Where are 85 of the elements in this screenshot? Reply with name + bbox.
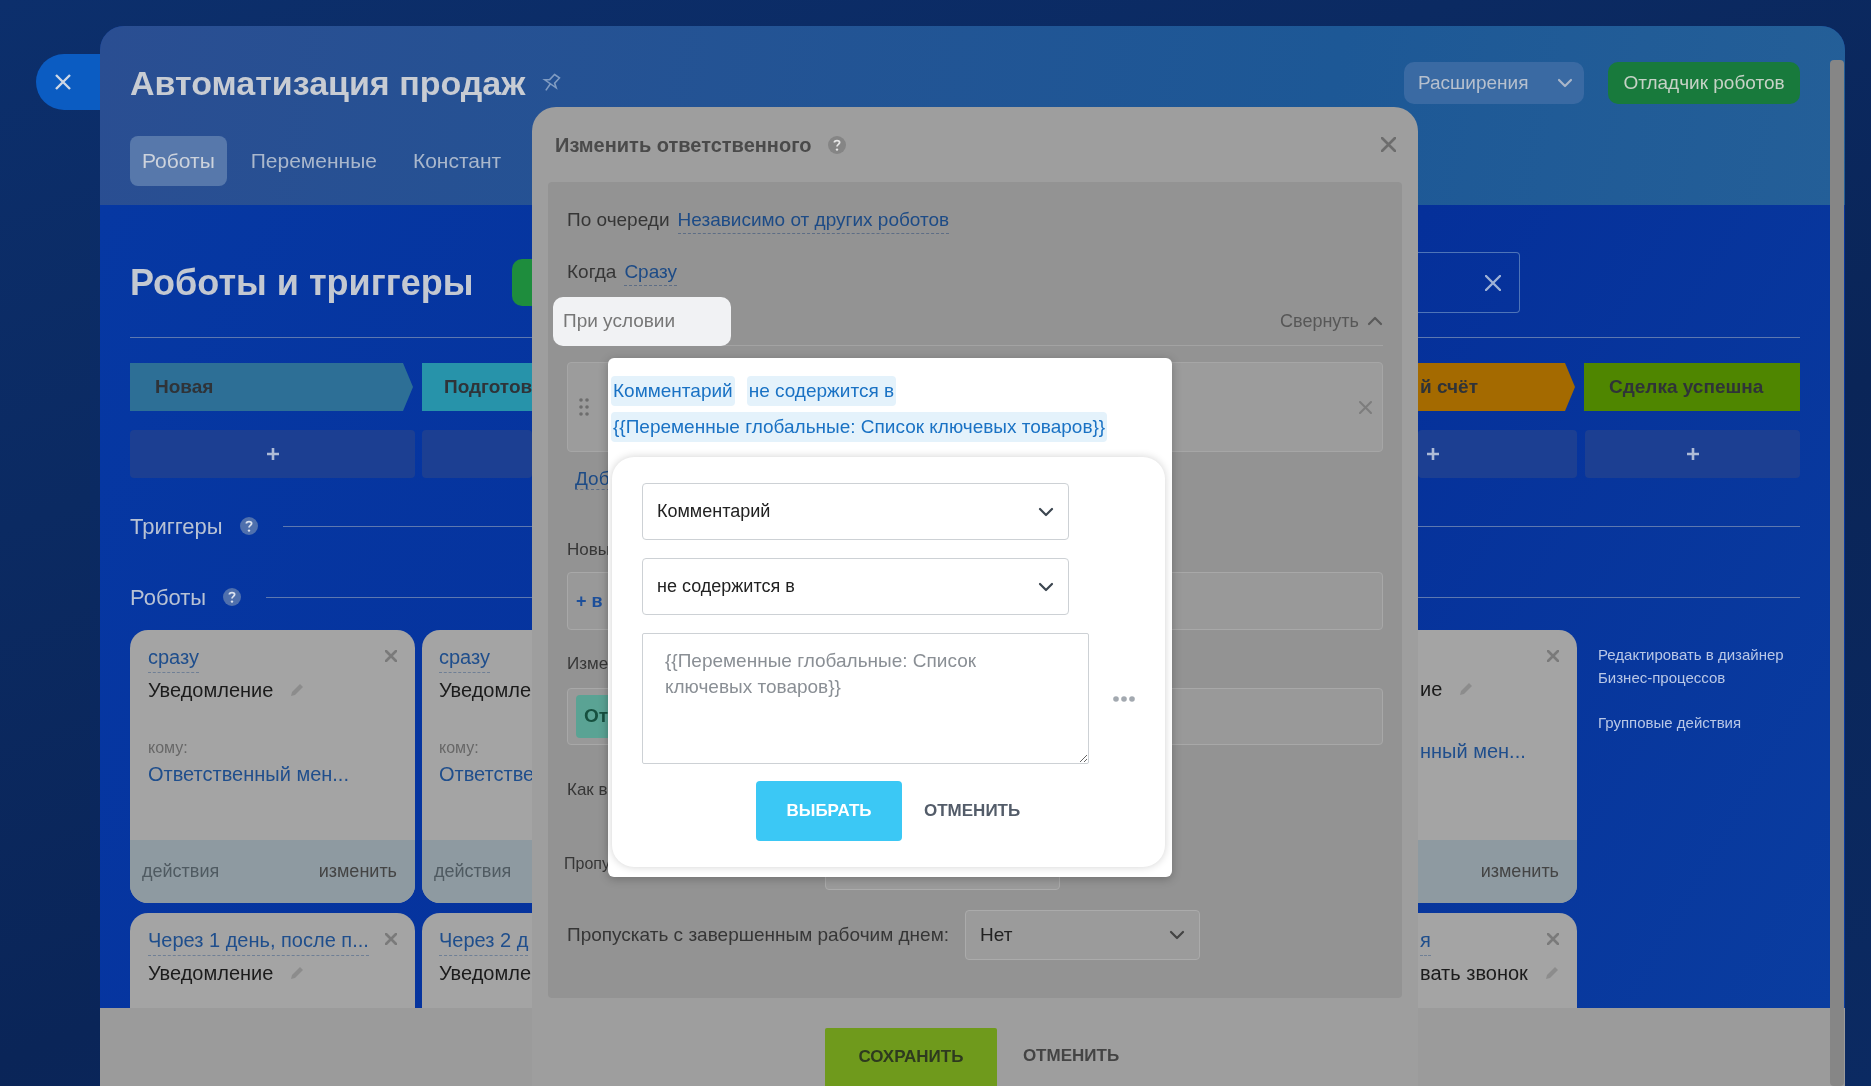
dialog-title: Изменить ответственного <box>555 132 812 158</box>
scrollbar[interactable] <box>1830 60 1844 1086</box>
value-link[interactable]: Сразу <box>624 258 677 286</box>
delay-link[interactable]: я <box>1420 925 1431 956</box>
field-label: Пропу <box>564 855 610 872</box>
chevron-icon <box>1038 505 1054 518</box>
more-icon[interactable] <box>1113 695 1135 702</box>
value-link[interactable]: Независимо от других роботов <box>677 206 950 234</box>
chevron-icon <box>1169 929 1185 941</box>
robot-name: ие <box>1420 677 1443 702</box>
extensions-button[interactable]: Расширения <box>1404 62 1543 104</box>
help-icon <box>222 587 243 607</box>
field-label: Пропускать с завершенным рабочим днем: <box>567 923 949 947</box>
tab[interactable]: Констант <box>400 136 514 186</box>
condition-chip[interactable]: Комментарий <box>611 376 735 406</box>
actions-link[interactable]: действия <box>434 858 512 885</box>
field-label: Как в <box>567 780 608 799</box>
stage-bar[interactable]: Подготов <box>422 363 532 411</box>
plus-icon[interactable] <box>1426 447 1440 461</box>
stage-bar[interactable]: Сделка успешна <box>1584 363 1800 411</box>
cancel-button[interactable]: ОТМЕНИТЬ <box>1016 1028 1126 1084</box>
side-link[interactable]: Групповые действия <box>1598 711 1784 734</box>
chevron-icon <box>1556 77 1573 89</box>
help-icon <box>827 134 848 155</box>
help-icon <box>238 516 259 536</box>
chevron-icon <box>1038 580 1054 593</box>
drag-handle-icon[interactable] <box>579 398 589 416</box>
delay-link[interactable]: Через 1 день, после п... <box>148 925 369 956</box>
select-field[interactable]: Нет <box>965 910 1200 960</box>
actions-link[interactable]: действия <box>142 858 220 885</box>
plus-icon[interactable] <box>1685 447 1700 461</box>
side-link[interactable]: Редактировать в дизайнер Бизнес-процессов <box>1598 643 1784 689</box>
select-field[interactable]: Комментарий <box>642 483 1069 540</box>
robot-name: Уведомление <box>148 961 274 986</box>
stage-label: Сделка успешна <box>1609 374 1764 399</box>
close-icon <box>54 73 72 91</box>
select-button[interactable]: ВЫБРАТЬ <box>756 781 902 841</box>
stage-bar[interactable]: Новая <box>130 363 413 411</box>
field-label: По очереди <box>567 208 670 232</box>
button[interactable] <box>512 259 532 306</box>
recipient-label: кому: <box>148 738 189 758</box>
close-icon[interactable] <box>1485 274 1501 291</box>
robot-name: вать звонок <box>1420 961 1528 986</box>
pencil-icon[interactable] <box>289 965 306 981</box>
delay-link[interactable]: сразу <box>148 642 199 673</box>
pencil-icon[interactable] <box>1543 965 1560 981</box>
recipient-label: кому: <box>439 738 480 758</box>
condition-chip[interactable]: {{Переменные глобальные: Список ключевых товаров}} <box>611 412 1108 442</box>
tab[interactable]: Переменные <box>238 136 389 186</box>
page-title: Автоматизация продаж <box>130 63 526 104</box>
tab[interactable]: При условии <box>553 296 731 346</box>
collapse-button[interactable]: Свернуть <box>1280 307 1383 335</box>
section-heading: Триггеры <box>130 512 223 541</box>
robot-name: Уведомление <box>148 678 274 703</box>
close-button[interactable] <box>36 54 100 110</box>
robot-name: Уведомле <box>439 678 531 703</box>
pencil-icon[interactable] <box>289 682 306 698</box>
section-heading: Роботы <box>130 583 207 612</box>
delay-link[interactable]: Через 2 д <box>439 925 529 956</box>
section-heading: Роботы и триггеры <box>130 260 474 305</box>
pin-icon[interactable] <box>541 72 562 94</box>
cancel-button[interactable]: ОТМЕНИТЬ <box>918 797 1027 825</box>
add-button[interactable] <box>422 430 532 478</box>
collapse-label: Свернуть <box>1280 309 1359 333</box>
value-textarea[interactable]: {{Переменные глобальные: Список ключевых товаров}} <box>642 633 1089 764</box>
chevron-icon <box>1367 315 1383 327</box>
stage-label: й счёт <box>1420 374 1478 399</box>
robot-name: Уведомле <box>439 961 531 986</box>
debugger-button[interactable]: Отладчик роботов <box>1608 62 1800 104</box>
plus-icon[interactable] <box>265 447 280 461</box>
field-label: Изме <box>567 654 609 673</box>
edit-link[interactable]: изменить <box>1480 858 1559 885</box>
select-field[interactable]: не содержится в <box>642 558 1069 615</box>
stage-bar[interactable]: й счёт <box>1418 363 1575 411</box>
tab[interactable]: Роботы <box>130 136 227 186</box>
stage-label: Новая <box>155 374 214 399</box>
stage-label: Подготов <box>444 374 533 399</box>
edit-link[interactable]: изменить <box>318 858 397 885</box>
field-label: Когда <box>567 260 617 284</box>
recipient-link[interactable]: Ответственный мен... <box>148 759 397 789</box>
condition-chip[interactable]: не содержится в <box>746 376 897 406</box>
pencil-icon[interactable] <box>1458 681 1475 697</box>
recipient-link[interactable]: нный мен... <box>1420 736 1559 766</box>
delay-link[interactable]: сразу <box>439 642 490 673</box>
save-button[interactable]: СОХРАНИТЬ <box>824 1028 997 1086</box>
